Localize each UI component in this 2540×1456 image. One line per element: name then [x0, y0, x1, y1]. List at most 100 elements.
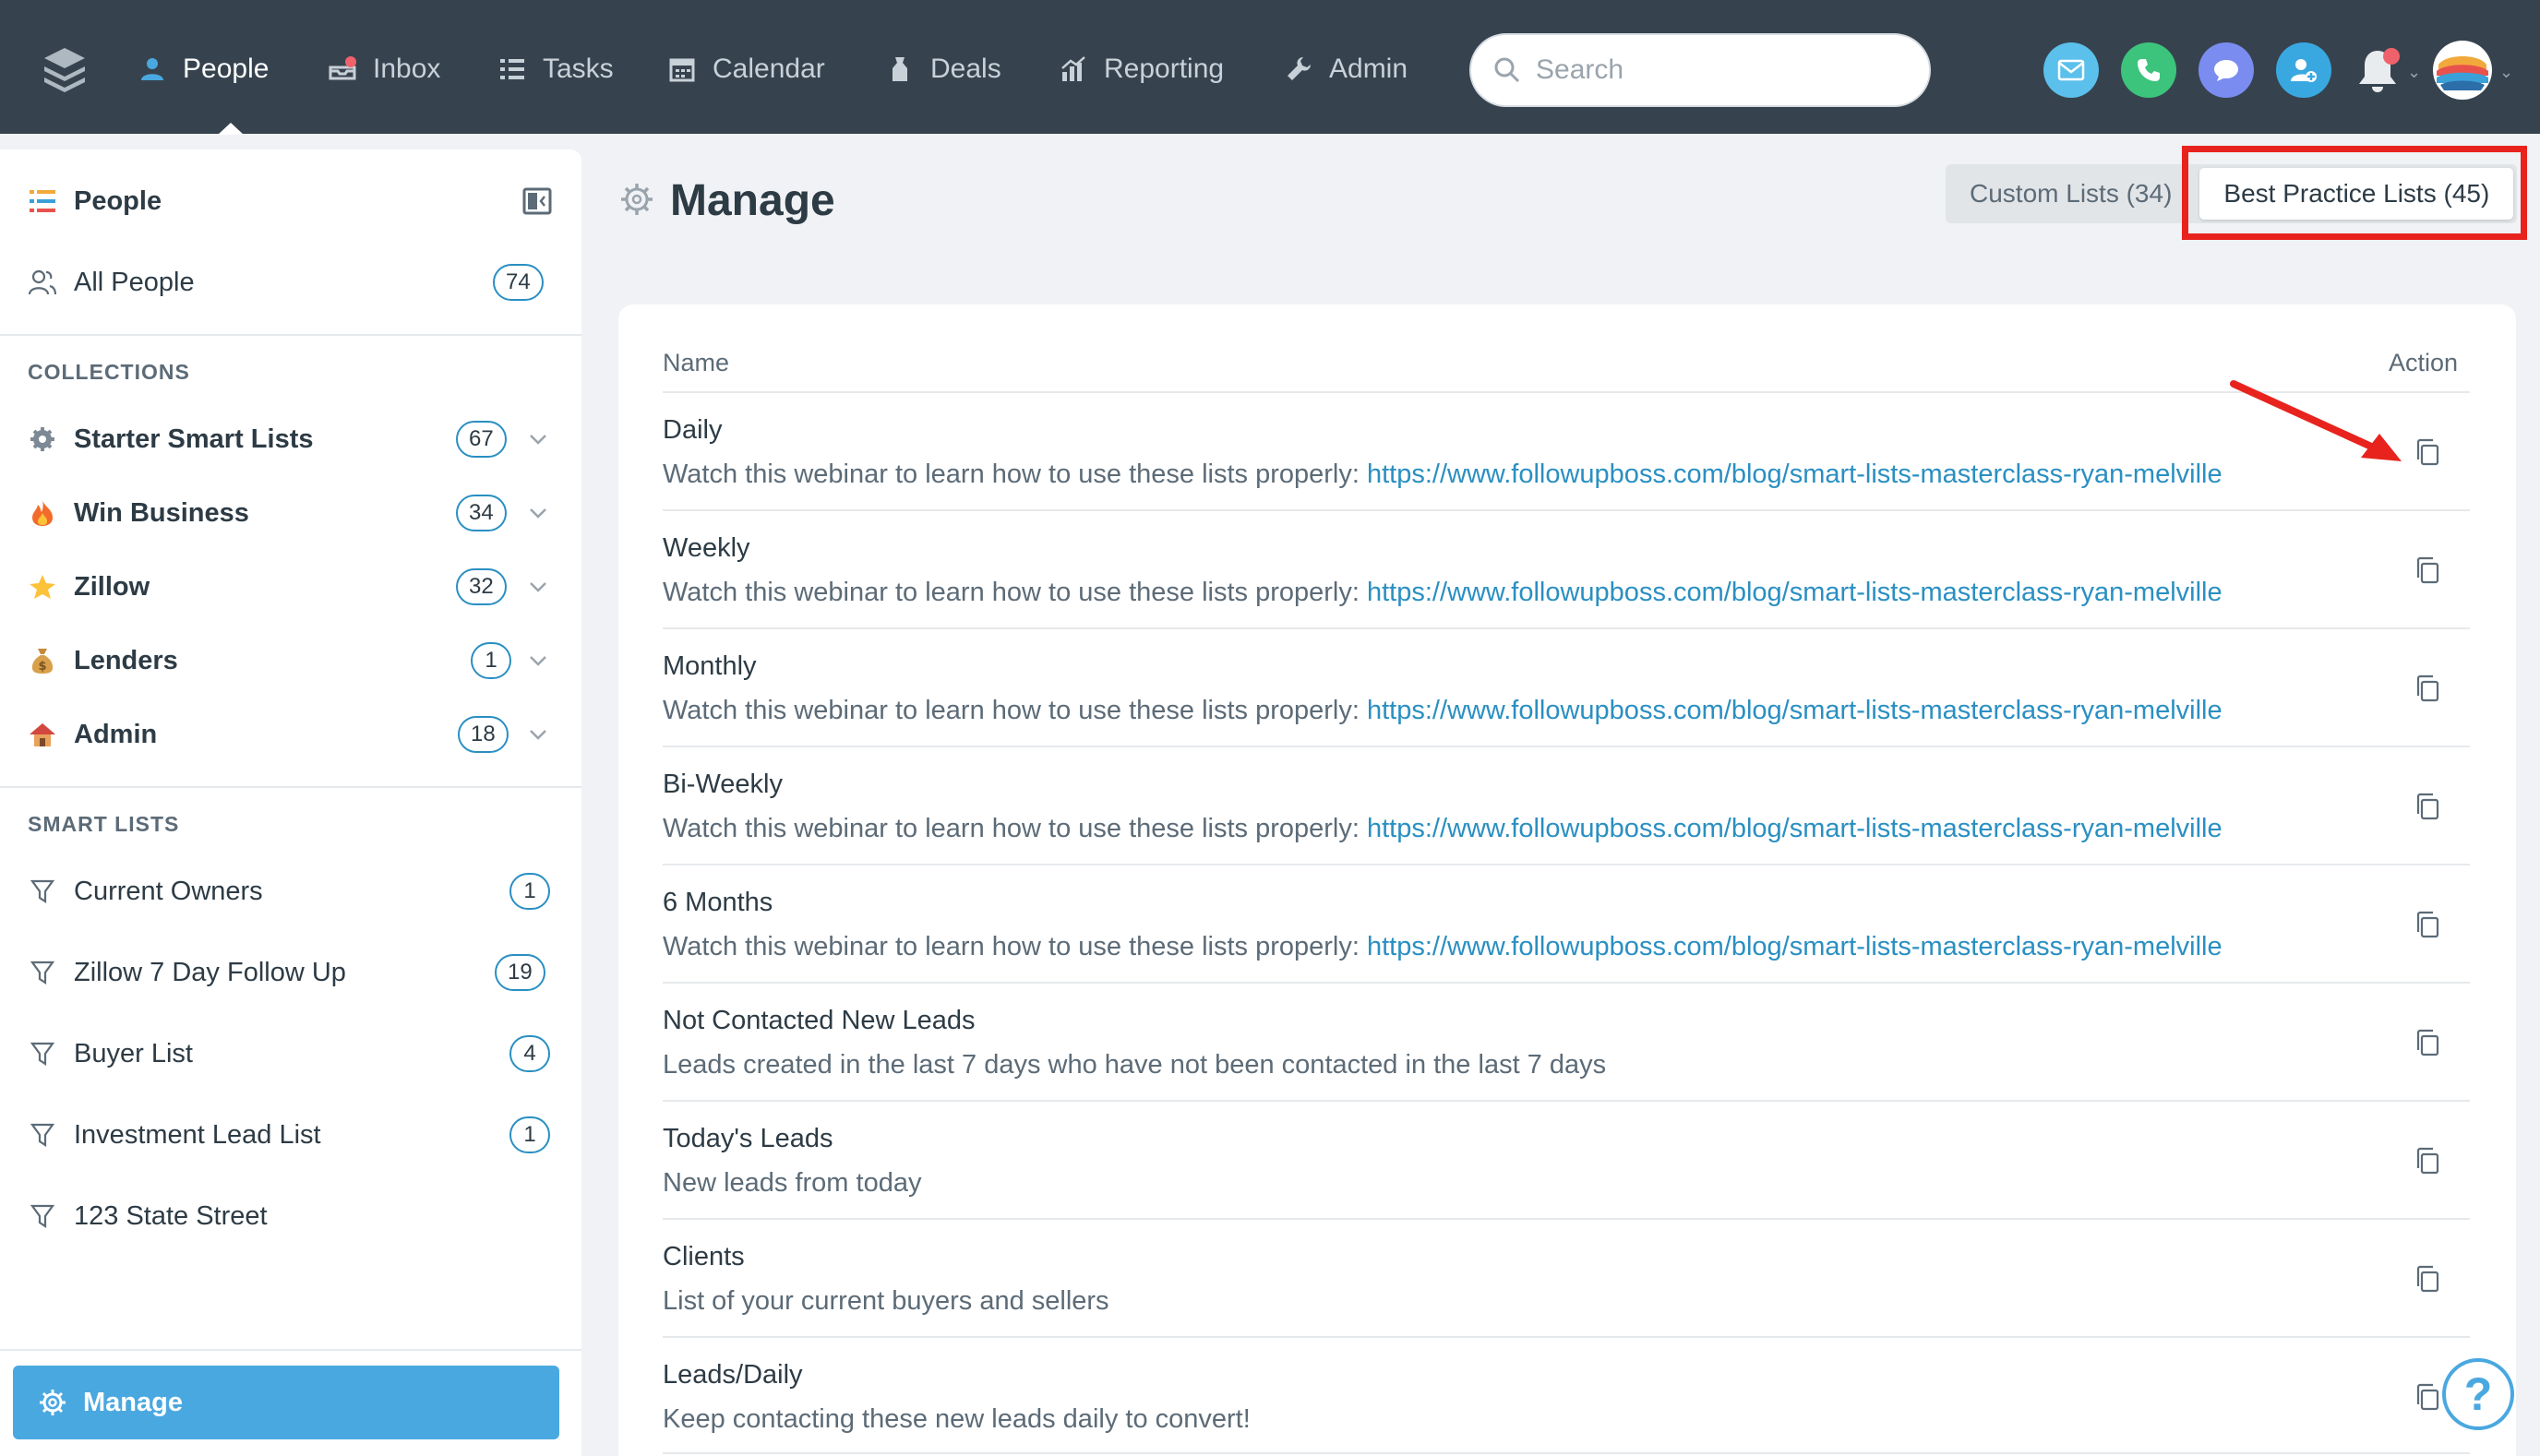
collections-heading: COLLECTIONS: [28, 360, 190, 384]
list-description: Keep contacting these new leads daily to…: [663, 1404, 1251, 1434]
nav-calendar[interactable]: Calendar: [666, 37, 825, 101]
add-person-button[interactable]: [2276, 42, 2331, 98]
email-button[interactable]: [2043, 42, 2099, 98]
sidebar-item-label: Buyer List: [74, 1038, 193, 1068]
sidebar-title: People: [0, 164, 581, 238]
count-badge: 74: [493, 264, 544, 301]
app-logo-icon[interactable]: [41, 44, 89, 92]
copy-icon[interactable]: [2413, 674, 2444, 705]
list-name: Clients: [663, 1242, 745, 1271]
count-badge: 18: [458, 716, 509, 753]
sidebar-divider: [0, 1349, 581, 1351]
copy-icon[interactable]: [2413, 1264, 2444, 1295]
chevron-down-icon[interactable]: ⌄: [2499, 63, 2513, 82]
copy-icon[interactable]: [2413, 792, 2444, 823]
nav-people[interactable]: People: [137, 37, 269, 101]
webinar-link[interactable]: https://www.followupboss.com/blog/smart-…: [1367, 814, 2222, 843]
search-box[interactable]: [1469, 33, 1931, 107]
webinar-link[interactable]: https://www.followupboss.com/blog/smart-…: [1367, 459, 2222, 489]
list-name: Today's Leads: [663, 1124, 833, 1153]
nav-admin[interactable]: Admin: [1283, 37, 1408, 101]
count-badge: 1: [509, 1116, 550, 1153]
deals-icon: [884, 54, 916, 85]
list-description: Watch this webinar to learn how to use t…: [663, 459, 2222, 490]
sidebar-item-investment-lead-list[interactable]: Investment Lead List: [0, 1098, 581, 1172]
nav-reporting[interactable]: Reporting: [1058, 37, 1224, 101]
description-text: Watch this webinar to learn how to use t…: [663, 814, 1367, 843]
sidebar-item-label: All People: [74, 267, 195, 297]
reporting-icon: [1058, 54, 1089, 85]
webinar-link[interactable]: https://www.followupboss.com/blog/smart-…: [1367, 932, 2222, 961]
sidebar-item-123-state-street[interactable]: 123 State Street: [0, 1179, 581, 1253]
table-row: Not Contacted New Leads Leads created in…: [663, 984, 2470, 1102]
chevron-down-icon[interactable]: [528, 724, 548, 745]
description-text: Watch this webinar to learn how to use t…: [663, 932, 1367, 961]
tab-custom-lists[interactable]: Custom Lists (34): [1946, 164, 2196, 223]
chevron-down-icon[interactable]: [528, 650, 548, 671]
list-description: List of your current buyers and sellers: [663, 1286, 1109, 1316]
nav-label: Deals: [930, 54, 1001, 84]
table-row: Leads/Daily Keep contacting these new le…: [663, 1338, 2470, 1456]
list-color-icon: [28, 186, 57, 216]
list-name: Daily: [663, 415, 723, 445]
calendar-icon: [666, 54, 698, 85]
count-badge: 67: [456, 421, 507, 458]
copy-icon[interactable]: [2413, 555, 2444, 587]
annotation-arrow-icon: [2230, 380, 2402, 461]
avatar[interactable]: [2433, 41, 2492, 100]
inbox-icon: [327, 54, 358, 85]
list-description: New leads from today: [663, 1168, 922, 1198]
person-icon: [137, 54, 168, 85]
manage-button-label: Manage: [83, 1387, 183, 1417]
count-badge: 1: [471, 642, 511, 679]
nav-inbox[interactable]: Inbox: [327, 37, 440, 101]
count-badge: 32: [456, 568, 507, 605]
text-message-button[interactable]: [2199, 42, 2254, 98]
sidebar-item-label: Investment Lead List: [74, 1119, 321, 1150]
webinar-link[interactable]: https://www.followupboss.com/blog/smart-…: [1367, 578, 2222, 607]
copy-icon[interactable]: [2413, 1146, 2444, 1177]
email-icon: [2057, 59, 2085, 81]
call-button[interactable]: [2121, 42, 2176, 98]
chat-icon: [2214, 60, 2238, 81]
collapse-sidebar-icon[interactable]: [522, 186, 552, 216]
notification-badge: [2383, 48, 2400, 65]
svg-text:$: $: [38, 660, 46, 674]
list-name: Leads/Daily: [663, 1360, 803, 1390]
count-badge: 1: [509, 873, 550, 910]
tasks-icon: [497, 54, 528, 85]
search-input[interactable]: [1536, 54, 1887, 86]
copy-icon[interactable]: [2413, 1028, 2444, 1059]
copy-icon[interactable]: [2413, 1382, 2444, 1414]
copy-icon[interactable]: [2413, 910, 2444, 941]
manage-button[interactable]: Manage: [13, 1366, 559, 1439]
sidebar-item-label: Win Business: [74, 497, 249, 528]
list-name: Weekly: [663, 533, 750, 563]
list-name: Monthly: [663, 651, 757, 681]
chevron-down-icon[interactable]: [528, 577, 548, 597]
webinar-link[interactable]: https://www.followupboss.com/blog/smart-…: [1367, 696, 2222, 725]
add-person-icon: [2291, 59, 2317, 82]
nav-label: Admin: [1329, 54, 1408, 84]
chevron-down-icon[interactable]: ⌄: [2407, 63, 2421, 82]
chevron-down-icon[interactable]: [528, 429, 548, 449]
table-row: Monthly Watch this webinar to learn how …: [663, 629, 2470, 747]
sidebar-title-label: People: [74, 185, 162, 216]
copy-icon[interactable]: [2413, 437, 2444, 469]
sidebar-divider: [0, 786, 581, 788]
sidebar-item-current-owners[interactable]: Current Owners: [0, 854, 581, 928]
sidebar-item-label: Current Owners: [74, 876, 263, 906]
help-button[interactable]: ?: [2442, 1358, 2514, 1430]
annotation-highlight-box: [2182, 146, 2527, 240]
fire-emoji-icon: [28, 498, 57, 528]
nav-tasks[interactable]: Tasks: [497, 37, 614, 101]
nav-deals[interactable]: Deals: [884, 37, 1001, 101]
description-text: Watch this webinar to learn how to use t…: [663, 578, 1367, 607]
search-icon: [1494, 57, 1520, 83]
sidebar-item-buyer-list[interactable]: Buyer List: [0, 1017, 581, 1091]
count-badge: 19: [495, 954, 545, 991]
wrench-icon: [1283, 54, 1314, 85]
user-avatar-icon: [2434, 42, 2491, 99]
chevron-down-icon[interactable]: [528, 503, 548, 523]
sidebar-item-label: 123 State Street: [74, 1200, 268, 1231]
